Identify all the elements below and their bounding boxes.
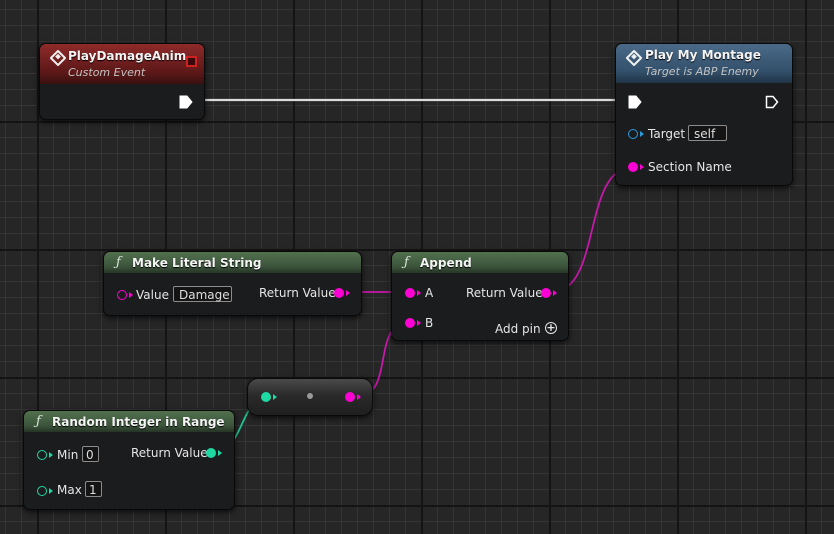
plus-circle-icon[interactable]: + (545, 322, 557, 334)
node-title: Random Integer in Range (52, 415, 225, 429)
delegate-pin-icon[interactable] (186, 56, 197, 67)
a-label: A (425, 286, 434, 300)
node-title: Make Literal String (132, 256, 262, 270)
value-pin-arrow-icon (129, 292, 133, 298)
value-label: Value (136, 288, 169, 302)
target-pin[interactable] (628, 129, 638, 139)
add-pin-label[interactable]: Add pin (495, 322, 541, 336)
node-subtitle: Target is ABP Enemy (645, 65, 759, 78)
value-pin[interactable] (117, 290, 127, 300)
node-header[interactable] (392, 252, 568, 273)
return-value-pin[interactable] (334, 288, 344, 298)
b-pin-arrow-icon (417, 320, 421, 326)
return-value-label: Return Value (259, 286, 336, 300)
max-label: Max (57, 483, 82, 497)
node-title: Append (420, 256, 472, 270)
play-my-montage-node[interactable]: Play My Montage Target is ABP Enemy Targ… (615, 43, 793, 186)
conversion-input-pin[interactable] (261, 392, 271, 402)
random-integer-in-range-node[interactable]: ƒ Random Integer in Range Min 0 Return V… (23, 410, 235, 510)
return-value-pin-arrow-icon (346, 290, 350, 296)
conversion-output-pin-arrow-icon (357, 394, 361, 400)
max-pin[interactable] (37, 486, 47, 496)
target-value-input[interactable]: self (688, 125, 727, 141)
append-node[interactable]: ƒ Append A Return Value B Add pin + (391, 251, 569, 341)
return-value-label: Return Value (131, 446, 208, 460)
section-name-label: Section Name (648, 160, 732, 174)
target-label: Target (648, 127, 686, 141)
min-pin[interactable] (37, 450, 47, 460)
function-f-icon: ƒ (404, 255, 409, 270)
function-f-icon: ƒ (36, 414, 41, 429)
min-value-input[interactable]: 0 (82, 446, 99, 462)
return-value-pin-arrow-icon (553, 290, 557, 296)
b-pin[interactable] (405, 318, 415, 328)
function-f-icon: ƒ (116, 255, 121, 270)
a-pin-arrow-icon (417, 290, 421, 296)
value-input[interactable]: Damage (173, 286, 232, 302)
section-name-pin[interactable] (628, 162, 638, 172)
int-to-string-conversion-node[interactable] (247, 378, 373, 416)
max-pin-arrow-icon (49, 488, 53, 494)
make-literal-string-node[interactable]: ƒ Make Literal String Value Damage Retur… (103, 251, 362, 316)
min-label: Min (57, 448, 79, 462)
node-title: PlayDamageAnim (68, 49, 187, 63)
return-value-pin-arrow-icon (218, 450, 222, 456)
min-pin-arrow-icon (49, 452, 53, 458)
node-subtitle: Custom Event (68, 66, 146, 79)
b-label: B (425, 316, 434, 330)
target-pin-arrow-icon (640, 131, 644, 137)
node-title: Play My Montage (645, 48, 761, 62)
max-value-input[interactable]: 1 (85, 481, 102, 497)
conversion-input-pin-arrow-icon (273, 394, 277, 400)
play-damage-anim-node[interactable]: PlayDamageAnim Custom Event (39, 43, 205, 120)
section-name-pin-arrow-icon (640, 164, 644, 170)
conversion-output-pin[interactable] (345, 392, 355, 402)
return-value-label: Return Value (466, 286, 543, 300)
return-value-pin[interactable] (541, 288, 551, 298)
conversion-dot-icon (307, 393, 313, 399)
return-value-pin[interactable] (206, 448, 216, 458)
a-pin[interactable] (405, 288, 415, 298)
